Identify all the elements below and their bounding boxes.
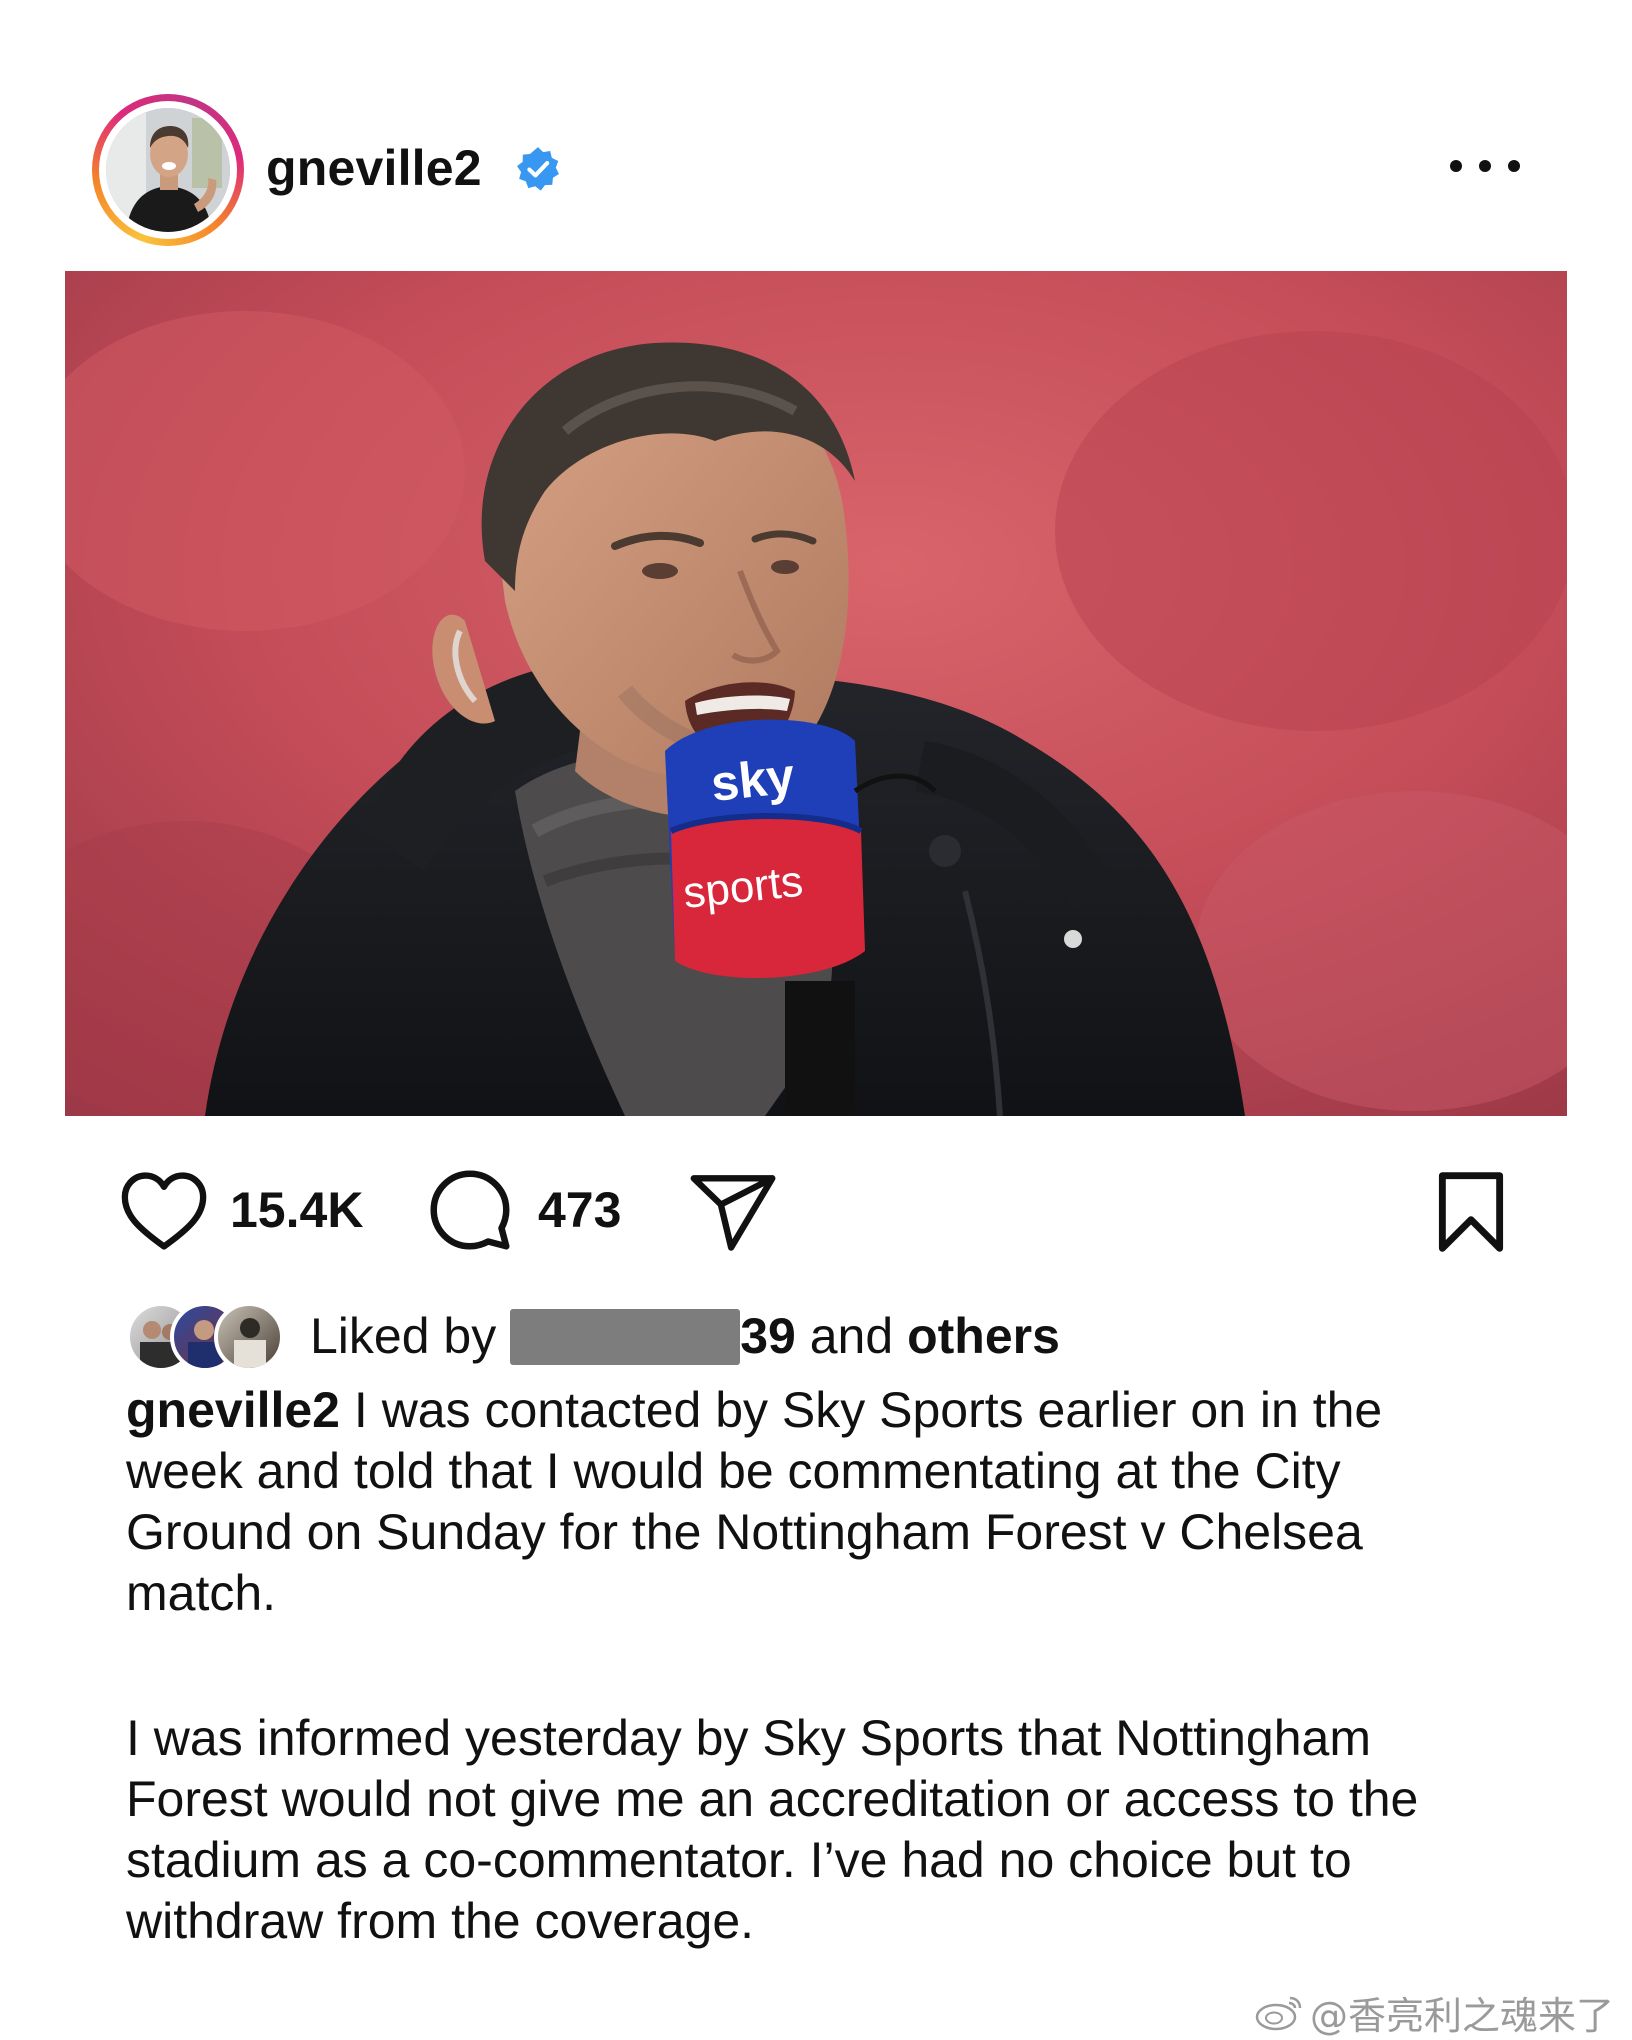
liked-by-prefix: Liked by — [310, 1308, 497, 1364]
verified-badge-icon — [517, 147, 559, 191]
caption-paragraph: gneville2 I was contacted by Sky Sports … — [126, 1380, 1506, 1624]
watermark: @香亮利之魂来了 — [1254, 1988, 1614, 2038]
liked-by-row[interactable]: Liked by 39 and others — [126, 1300, 1426, 1372]
post-header: gneville2 — [0, 0, 1632, 270]
comments-count[interactable]: 473 — [538, 1180, 621, 1240]
liked-by-user[interactable]: 39 — [740, 1308, 796, 1364]
bookmark-icon[interactable] — [1436, 1170, 1506, 1254]
caption-username[interactable]: gneville2 — [126, 1382, 340, 1438]
liked-by-others-link[interactable]: others — [907, 1308, 1060, 1364]
post-caption: gneville2 I was contacted by Sky Sports … — [126, 1380, 1506, 1952]
profile-avatar-story-ring[interactable] — [92, 94, 244, 246]
profile-avatar[interactable] — [106, 108, 230, 232]
caption-text-2: I was informed yesterday by Sky Sports t… — [126, 1710, 1419, 1949]
more-options-button[interactable] — [1450, 146, 1520, 186]
watermark-text: @香亮利之魂来了 — [1309, 1993, 1614, 2038]
liked-by-text: Liked by 39 and others — [310, 1306, 1060, 1366]
liker-avatar[interactable] — [214, 1302, 284, 1372]
share-icon[interactable] — [690, 1172, 776, 1252]
username[interactable]: gneville2 — [266, 138, 482, 198]
post-image[interactable]: sky sports — [65, 271, 1567, 1116]
comment-icon[interactable] — [428, 1168, 512, 1252]
redacted-username — [510, 1309, 741, 1365]
heart-icon[interactable] — [118, 1170, 210, 1252]
weibo-logo-icon — [1255, 1996, 1302, 2031]
post-actions-bar: 15.4K 473 — [0, 1150, 1632, 1270]
more-horizontal-icon — [1450, 160, 1462, 172]
liker-avatars[interactable] — [126, 1300, 296, 1372]
likes-count[interactable]: 15.4K — [230, 1180, 363, 1240]
mic-brand-sky: sky — [708, 748, 797, 812]
liked-by-middle: and — [795, 1308, 908, 1364]
